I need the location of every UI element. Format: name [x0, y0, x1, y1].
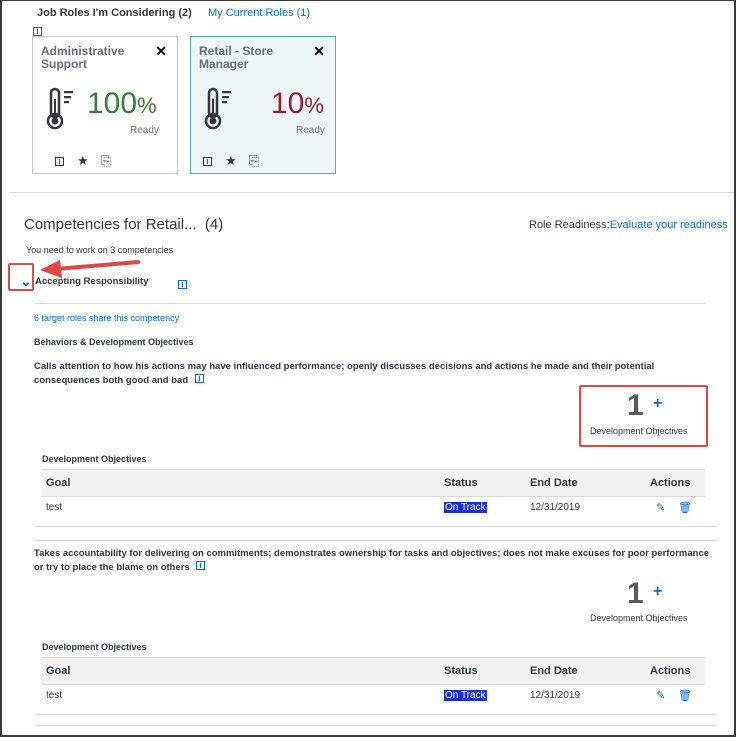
close-icon[interactable]: ✕ — [155, 43, 167, 60]
end-date-cell: 12/31/2019 — [530, 502, 581, 514]
window-frame: Job Roles I'm Considering (2) My Current… — [0, 0, 736, 737]
add-to-plan-icon[interactable]: ⎘ — [101, 153, 111, 169]
annotation-arrow-icon — [40, 260, 140, 278]
column-header-end-date: End Date — [526, 469, 646, 497]
thermometer-icon — [204, 87, 231, 130]
divider — [35, 725, 717, 726]
thermometer-icon — [46, 87, 73, 130]
status-badge: On Track — [444, 690, 487, 702]
status-cell: On Track — [440, 497, 526, 519]
objectives-count-label: Development Objectives — [590, 613, 688, 623]
divider — [35, 526, 717, 527]
close-icon[interactable]: ✕ — [313, 43, 325, 60]
role-readiness: Role Readiness:Evaluate your readiness — [529, 219, 728, 231]
readiness-status: Ready — [130, 125, 159, 136]
role-card-administrative-support[interactable]: Administrative Support ✕ 100% Ready ★ ⎘ — [32, 36, 178, 174]
evaluate-readiness-link[interactable]: Evaluate your readiness — [610, 219, 728, 231]
divider — [10, 192, 734, 193]
column-header-actions: Actions — [646, 469, 705, 497]
column-header-goal: Goal — [42, 657, 440, 685]
table-row: test On Track 12/31/2019 ✎ 🗑 — [42, 497, 705, 519]
actions-cell: ✎ 🗑 — [646, 497, 705, 519]
column-header-status: Status — [440, 469, 526, 497]
annotation-box-chevron — [8, 263, 34, 291]
divider — [35, 540, 717, 541]
readiness-percent: 100% — [87, 87, 157, 120]
objectives-count: 1 — [627, 577, 644, 610]
column-header-end-date: End Date — [526, 657, 646, 685]
readiness-percent: 10% — [271, 87, 324, 120]
behavior-description: Takes accountability for delivering on c… — [34, 548, 710, 573]
competencies-title: Competencies for Retail... (4) — [24, 216, 224, 233]
info-icon[interactable] — [55, 157, 64, 166]
tab-current-roles[interactable]: My Current Roles (1) — [208, 7, 310, 19]
edit-icon[interactable]: ✎ — [656, 689, 665, 702]
star-icon[interactable]: ★ — [225, 153, 237, 169]
status-badge: On Track — [444, 502, 487, 514]
column-header-goal: Goal — [42, 469, 440, 497]
info-icon[interactable] — [33, 27, 42, 36]
objectives-table: Goal Status End Date Actions test On Tra… — [42, 469, 705, 519]
divider — [35, 303, 705, 304]
info-icon[interactable] — [196, 561, 206, 570]
role-title: Retail - Store Manager — [199, 44, 274, 71]
objectives-table: Goal Status End Date Actions test On Tra… — [42, 657, 705, 707]
status-cell: On Track — [440, 685, 526, 707]
edit-icon[interactable]: ✎ — [656, 501, 665, 514]
table-row: test On Track 12/31/2019 ✎ 🗑 — [42, 685, 705, 707]
info-icon[interactable] — [194, 374, 204, 383]
goal-cell: test — [46, 690, 63, 702]
column-header-actions: Actions — [646, 657, 705, 685]
tab-job-roles-considering[interactable]: Job Roles I'm Considering (2) — [37, 7, 192, 19]
goal-cell: test — [46, 502, 63, 514]
info-icon[interactable] — [203, 157, 212, 166]
behavior-description: Calls attention to how his actions may h… — [34, 361, 655, 386]
delete-icon[interactable]: 🗑 — [678, 689, 692, 702]
role-title: Administrative Support — [41, 44, 125, 71]
readiness-status: Ready — [296, 125, 325, 136]
column-header-status: Status — [440, 657, 526, 685]
role-card-retail-store-manager[interactable]: Retail - Store Manager ✕ 10% Ready ★ ⎘ — [190, 36, 336, 174]
role-readiness-label: Role Readiness: — [529, 219, 610, 231]
annotation-box-objectives — [579, 385, 708, 447]
shared-roles-link[interactable]: 6 target roles share this competency — [34, 313, 179, 323]
objectives-table-title: Development Objectives — [42, 454, 147, 464]
info-icon[interactable] — [178, 280, 188, 289]
star-icon[interactable]: ★ — [77, 153, 89, 169]
add-to-plan-icon[interactable]: ⎘ — [249, 153, 259, 169]
end-date-cell: 12/31/2019 — [530, 690, 581, 702]
section-title: Behaviors & Development Objectives — [34, 337, 194, 347]
actions-cell: ✎ 🗑 — [646, 685, 705, 707]
add-objective-button[interactable]: + — [653, 583, 662, 601]
divider — [35, 714, 717, 715]
delete-icon[interactable]: 🗑 — [678, 501, 692, 514]
page-content: Job Roles I'm Considering (2) My Current… — [10, 1, 734, 735]
objectives-table-title: Development Objectives — [42, 642, 147, 652]
